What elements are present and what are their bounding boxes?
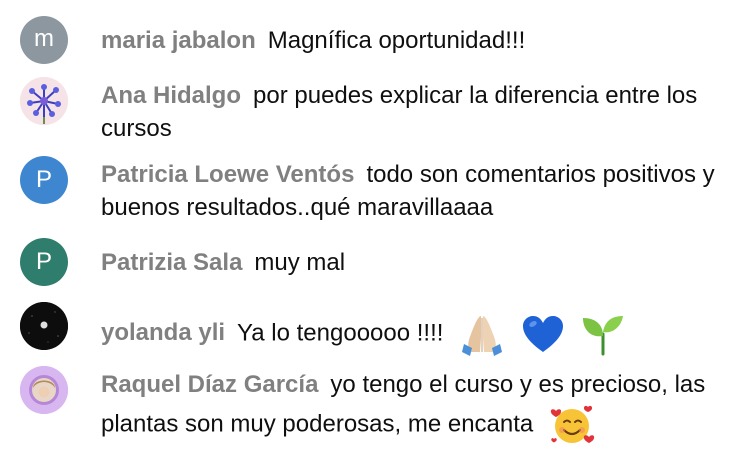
message-text: muy mal — [254, 249, 346, 276]
message-content: Raquel Díaz García yo tengo el curso y es… — [101, 368, 716, 449]
blue-heart-icon — [522, 316, 563, 352]
author-name[interactable]: maria jabalon — [101, 27, 256, 54]
blue-flowers-avatar[interactable] — [20, 77, 68, 125]
chat-message: yolanda yli Ya lo tengooooo !!!! — [20, 302, 716, 358]
avatar-letter: P — [35, 248, 52, 275]
avatar[interactable]: m — [20, 16, 68, 64]
seedling-emoji — [579, 310, 627, 358]
avatar[interactable]: P — [20, 238, 68, 286]
chat-message: Ana Hidalgo por puedes explicar la difere… — [20, 77, 716, 145]
blue-heart-emoji — [519, 310, 567, 358]
message-text: Magnífica oportunidad!!! — [267, 27, 526, 54]
seedling-icon — [583, 316, 624, 356]
author-name[interactable]: Raquel Díaz García — [101, 371, 318, 398]
folded-hands-icon — [462, 316, 503, 356]
dark-moon-avatar[interactable] — [20, 302, 68, 350]
portrait-icon — [20, 366, 68, 414]
avatar-letter: P — [35, 166, 52, 193]
smiling-face-with-hearts-emoji — [548, 401, 596, 449]
chat-message: Raquel Díaz García yo tengo el curso y es… — [20, 366, 716, 449]
folded-hands-emoji — [458, 310, 506, 358]
message-text: Ya lo tengooooo !!!! — [237, 319, 444, 347]
moon-icon — [20, 302, 68, 350]
message-content: Patrizia Sala muy mal — [101, 246, 716, 279]
chat-message: P Patrizia Sala muy mal — [20, 238, 716, 286]
message-content: yolanda yli Ya lo tengooooo !!!! — [101, 310, 716, 358]
author-name[interactable]: Ana Hidalgo — [101, 82, 241, 109]
message-content: Ana Hidalgo por puedes explicar la difere… — [101, 79, 716, 145]
live-chat-message-list: m maria jabalon Magnífica oportunidad!!! — [0, 0, 732, 454]
author-name[interactable]: Patricia Loewe Ventós — [101, 161, 354, 188]
smiling-face-with-hearts-icon — [550, 405, 595, 443]
avatar-letter: m — [34, 25, 54, 52]
chat-message: m maria jabalon Magnífica oportunidad!!! — [20, 16, 716, 64]
chat-message: P Patricia Loewe Ventós todo son comentar… — [20, 156, 716, 224]
author-name[interactable]: Patrizia Sala — [101, 249, 242, 276]
message-content: maria jabalon Magnífica oportunidad!!! — [101, 24, 716, 57]
author-name[interactable]: yolanda yli — [101, 319, 225, 346]
purple-ring-portrait-avatar[interactable] — [20, 366, 68, 414]
message-content: Patricia Loewe Ventós todo son comentario… — [101, 158, 716, 224]
blue-flowers-icon — [20, 77, 68, 125]
avatar[interactable]: P — [20, 156, 68, 204]
